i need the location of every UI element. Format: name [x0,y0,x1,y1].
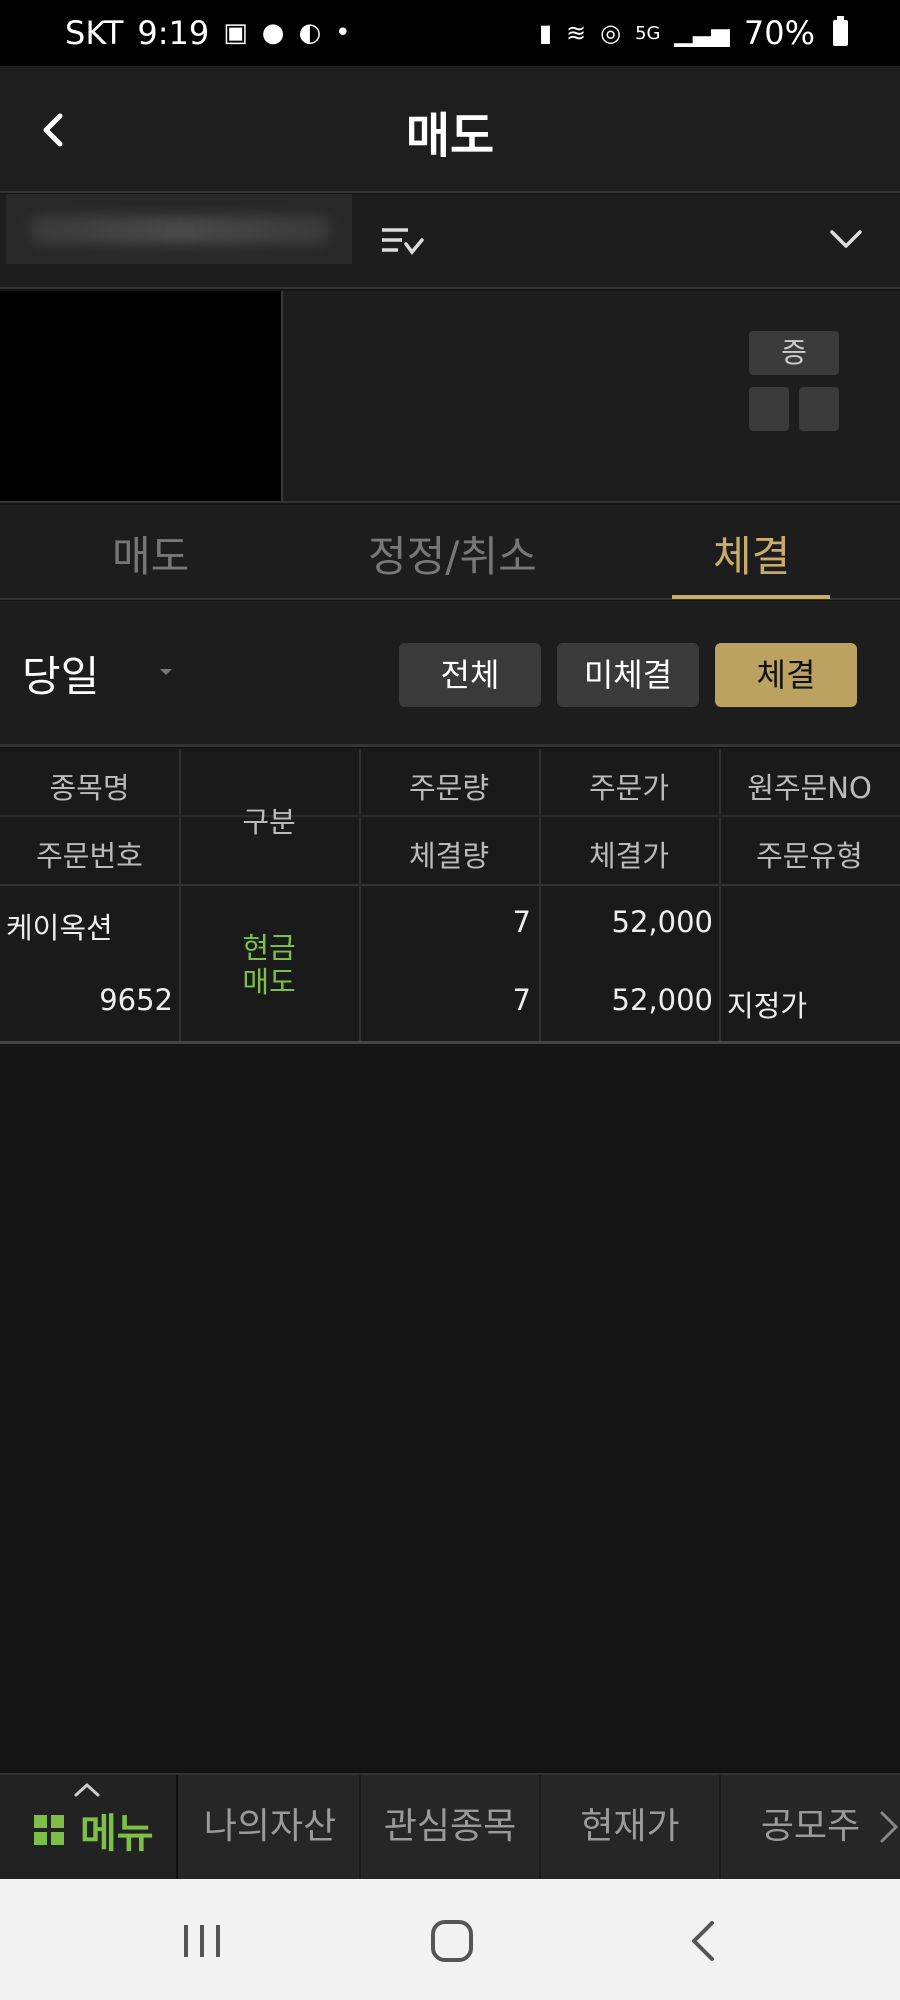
filter-all-button[interactable]: 전체 [399,643,541,707]
order-price: 52,000 [611,905,713,939]
grid-icon [34,1815,64,1845]
nav-ipo[interactable]: 공모주 [721,1775,900,1879]
filled-price: 52,000 [611,983,713,1017]
network-label: 5G [635,22,661,44]
system-navigation-bar [0,1879,900,2000]
talk-icon: ● [261,18,285,48]
tab-modify-cancel[interactable]: 정정/취소 [368,523,537,584]
nav-watchlist[interactable]: 관심종목 [361,1775,541,1879]
header-order-price: 주문가 [588,771,670,805]
active-tab-indicator [672,595,830,599]
margin-badge: 증 [749,331,839,375]
list-sort-icon[interactable] [380,224,424,260]
hotspot-icon: ◎ [600,19,622,47]
header-category: 구분 [242,805,296,839]
signal-icon: ▁▃▅ [674,19,730,47]
order-qty: 7 [512,905,531,939]
home-icon[interactable] [430,1919,474,1963]
order-number: 9652 [99,983,173,1017]
gallery-icon: ▣ [223,18,248,48]
app-header: 매도 [0,66,900,193]
row-divider [0,815,900,817]
vibrate-icon: ≋ [566,19,587,47]
info-box-left [749,387,789,431]
order-category-line2: 매도 [242,965,296,999]
filter-filled-button[interactable]: 체결 [715,643,857,707]
execution-table: 종목명 주문번호 구분 주문량 체결량 주문가 체결가 원주문NO 주문유형 케… [0,749,900,1044]
tab-executed[interactable]: 체결 [713,523,790,584]
header-stock-name: 종목명 [49,771,130,805]
row-divider [0,884,900,886]
stock-info-area: 증 [0,291,900,503]
order-tabs: 매도 정정/취소 체결 [0,505,900,600]
account-number-blurred [30,216,330,244]
info-box-right [799,387,839,431]
header-original-order-no: 원주문NO [747,771,872,805]
recent-apps-icon[interactable] [180,1921,224,1961]
stock-name: 케이옥션 [6,911,113,945]
dot-icon: • [335,18,351,48]
chevron-right-icon[interactable] [876,1809,900,1845]
date-range-select[interactable]: 당일 [22,643,99,704]
nav-current-price[interactable]: 현재가 [541,1775,721,1879]
header-order-number: 주문번호 [36,839,143,873]
filter-row: 당일 전체 미체결 체결 [0,601,900,747]
header-filled-qty: 체결량 [408,839,490,873]
caret-down-icon[interactable] [160,669,172,675]
account-number-box[interactable] [6,194,352,264]
header-order-type: 주문유형 [756,839,863,873]
filter-unfilled-button[interactable]: 미체결 [557,643,699,707]
d-app-icon: ◐ [298,18,322,48]
header-order-qty: 주문량 [408,771,490,805]
carrier-label: SKT [65,14,124,52]
header-filled-price: 체결가 [588,839,670,873]
stock-chart-panel[interactable] [0,291,283,501]
status-bar: SKT 9:19 ▣ ● ◐ • ▮ ≋ ◎ 5G ▁▃▅ 70% [0,0,900,66]
system-back-icon[interactable] [688,1919,718,1963]
account-selector-row [0,194,900,289]
nav-my-assets[interactable]: 나의자산 [181,1775,361,1879]
page-title: 매도 [405,108,495,164]
clock: 9:19 [137,14,210,52]
battery-icon [833,16,848,46]
tab-sell[interactable]: 매도 [112,523,189,584]
menu-label: 메뉴 [80,1811,154,1857]
filled-qty: 7 [512,983,531,1017]
chevron-up-icon[interactable] [72,1781,102,1799]
battery-percent: 70% [743,14,815,52]
order-type: 지정가 [727,989,808,1023]
menu-button[interactable]: 메뉴 [0,1775,178,1879]
chevron-down-icon[interactable] [828,224,864,254]
bottom-navigation: 메뉴 나의자산 관심종목 현재가 공모주 [0,1773,900,1879]
battery-saver-icon: ▮ [538,19,553,47]
